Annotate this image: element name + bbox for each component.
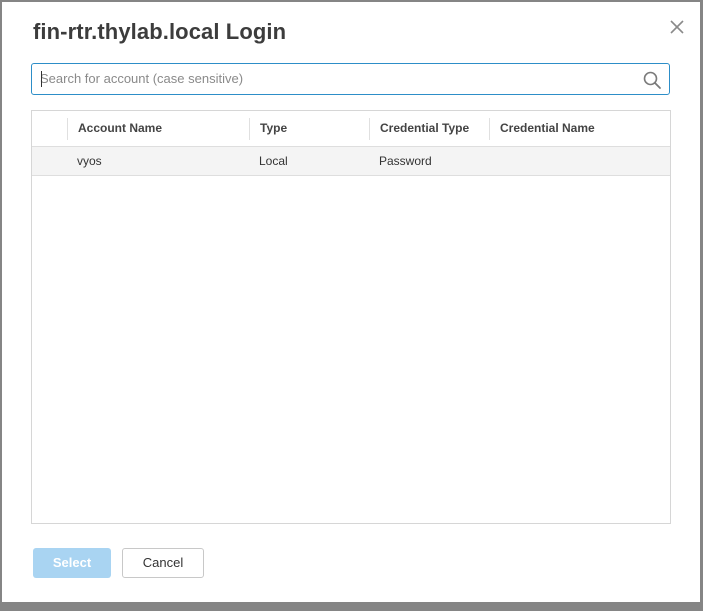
column-separator[interactable] <box>249 118 250 140</box>
dialog-title: fin-rtr.thylab.local Login <box>33 19 287 44</box>
cancel-button[interactable]: Cancel <box>122 548 204 578</box>
column-header-credential-name[interactable]: Credential Name <box>500 111 595 146</box>
close-icon[interactable] <box>666 16 688 38</box>
select-button[interactable]: Select <box>33 548 111 578</box>
login-dialog: fin-rtr.thylab.local Login Account Name … <box>2 2 700 602</box>
column-separator[interactable] <box>369 118 370 140</box>
column-header-credential-type[interactable]: Credential Type <box>380 111 469 146</box>
table-header: Account Name Type Credential Type Creden… <box>32 111 670 147</box>
cell-account-name: vyos <box>77 154 102 168</box>
column-header-account-name[interactable]: Account Name <box>78 111 162 146</box>
search-input[interactable] <box>40 64 630 93</box>
column-separator[interactable] <box>489 118 490 140</box>
search-box <box>31 63 670 95</box>
column-header-type[interactable]: Type <box>260 111 287 146</box>
table-row[interactable]: vyos Local Password <box>32 147 670 176</box>
cell-credential-type: Password <box>379 154 432 168</box>
accounts-table: Account Name Type Credential Type Creden… <box>31 110 671 524</box>
column-separator[interactable] <box>67 118 68 140</box>
text-caret <box>41 71 42 87</box>
cell-type: Local <box>259 154 288 168</box>
search-icon[interactable] <box>642 70 662 90</box>
